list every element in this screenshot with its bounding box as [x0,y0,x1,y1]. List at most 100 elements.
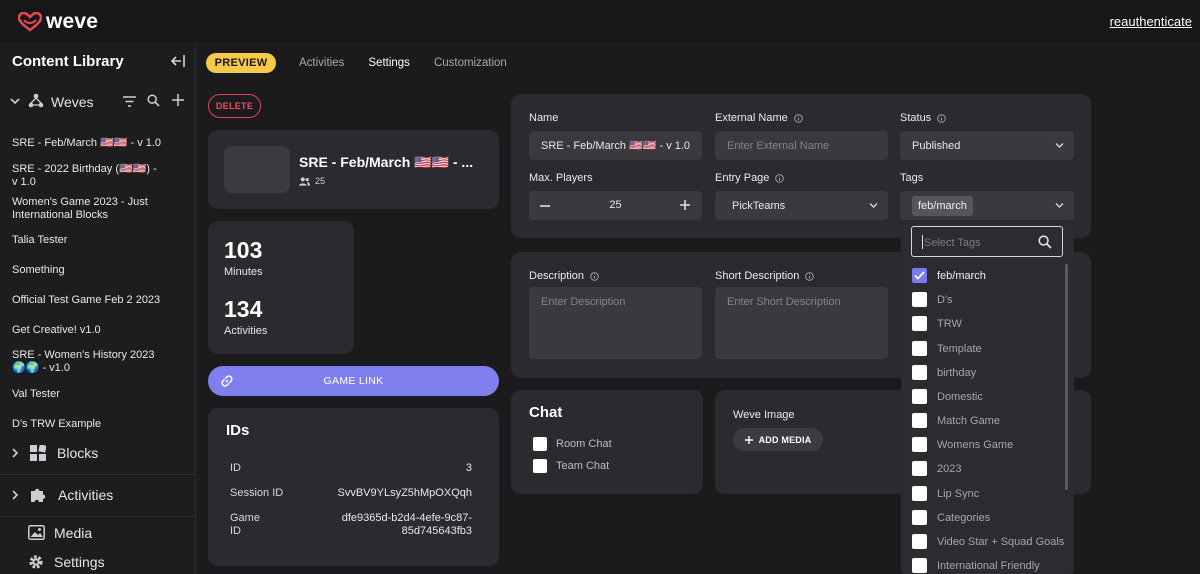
sidebar-section-settings[interactable]: Settings [0,548,196,574]
tag-search-input[interactable]: Select Tags [911,226,1063,257]
game-link-button[interactable]: GAME LINK [208,366,499,396]
tag-checkbox[interactable] [912,534,927,549]
chevron-right-icon[interactable] [11,448,19,458]
tag-option[interactable]: feb/march [912,268,986,283]
add-media-button[interactable]: ADD MEDIA [733,428,823,451]
brand-name: weve [46,10,99,33]
tag-option-label: Domestic [937,390,983,403]
tag-checkbox[interactable] [912,365,927,380]
tag-option-label: Lip Sync [937,487,980,500]
sidebar-item-weve[interactable]: Something [12,264,162,277]
tag-checkbox-checked[interactable] [912,268,927,283]
max-players-stepper[interactable]: 25 [529,191,702,220]
tag-option[interactable]: Womens Game [912,437,1013,452]
info-icon[interactable] [805,271,815,281]
sidebar-item-weve[interactable]: Women's Game 2023 - Just International B… [12,196,162,221]
tag-option[interactable]: Video Star + Squad Goals [912,534,1064,549]
tab-settings[interactable]: Settings [368,57,410,69]
tag-checkbox[interactable] [912,413,927,428]
reauthenticate-link[interactable]: reauthenticate [1110,14,1192,29]
search-icon[interactable] [147,94,160,107]
activities-label: Activities [224,325,268,337]
description-textarea[interactable]: Enter Description [529,287,702,359]
game-id-label: Game ID [230,512,260,537]
short-description-textarea[interactable]: Enter Short Description [715,287,888,359]
tag-option[interactable]: International Friendly [912,558,1040,573]
entry-page-label-text: Entry Page [715,172,770,184]
tags-select[interactable]: feb/march [900,191,1074,220]
tag-option[interactable]: D's [912,292,953,307]
tab-activities[interactable]: Activities [299,57,344,69]
team-chat-checkbox[interactable] [533,459,547,473]
external-name-input[interactable]: Enter External Name [715,131,888,160]
sidebar-item-weve[interactable]: Val Tester [12,388,162,401]
increment-button[interactable] [680,200,690,210]
sidebar-section-blocks[interactable]: Blocks [0,433,196,473]
room-chat-option[interactable]: Room Chat [533,437,612,451]
tag-option[interactable]: Template [912,341,982,356]
team-chat-option[interactable]: Team Chat [533,459,609,473]
tag-option[interactable]: Lip Sync [912,486,979,501]
puzzle-icon [31,488,46,502]
tag-option[interactable]: 2023 [912,461,961,476]
tab-customization[interactable]: Customization [434,57,507,69]
entry-page-value: PickTeams [732,199,786,212]
entry-page-select[interactable]: PickTeams [715,191,888,220]
name-input[interactable]: SRE - Feb/March 🇺🇸🇺🇸 - v 1.0 [529,131,702,160]
external-name-label: External Name [715,112,803,124]
chevron-down-icon[interactable] [10,97,20,105]
sidebar-item-weve[interactable]: Official Test Game Feb 2 2023 [12,294,162,307]
stats-card: 103 Minutes 134 Activities [208,221,354,354]
tag-checkbox[interactable] [912,389,927,404]
sidebar-item-weve[interactable]: Talia Tester [12,234,162,247]
tag-option[interactable]: Domestic [912,389,983,404]
tag-checkbox[interactable] [912,292,927,307]
sidebar-item-weve[interactable]: SRE - 2022 Birthday (🇺🇸🇺🇸) - v 1.0 [12,163,162,188]
tag-option[interactable]: birthday [912,365,976,380]
tab-preview[interactable]: PREVIEW [206,53,276,73]
delete-button[interactable]: DELETE [208,94,261,118]
chat-title: Chat [529,404,563,421]
room-chat-checkbox[interactable] [533,437,547,451]
status-select-value: Published [912,139,961,152]
search-icon[interactable] [1038,235,1052,249]
tab-bar: PREVIEW Activities Settings Customizatio… [206,53,507,73]
brand-logo[interactable]: weve [18,10,98,34]
status-label: Status [900,112,946,124]
tag-checkbox[interactable] [912,316,927,331]
players-icon [299,176,310,186]
info-icon[interactable] [937,113,946,123]
tag-checkbox[interactable] [912,510,927,525]
sidebar-section-activities[interactable]: Activities [0,474,196,514]
tag-checkbox[interactable] [912,461,927,476]
tag-checkbox[interactable] [912,341,927,356]
game-thumbnail [224,146,290,193]
tag-option[interactable]: Match Game [912,413,1000,428]
tag-chip[interactable]: feb/march [912,195,973,216]
tag-checkbox[interactable] [912,558,927,573]
sidebar-item-weve[interactable]: SRE - Feb/March 🇺🇸🇺🇸 - v 1.0 [12,137,162,150]
tag-checkbox[interactable] [912,437,927,452]
status-label-text: Status [900,112,932,124]
tag-option[interactable]: Categories [912,510,990,525]
heart-logo-icon [18,12,42,32]
sidebar-section-media[interactable]: Media [0,516,196,548]
sidebar-item-weve[interactable]: SRE - Women's History 2023 🌍🌍 - v1.0 [12,349,162,374]
dropdown-scrollbar[interactable] [1065,264,1068,490]
status-select[interactable]: Published [900,131,1074,160]
collapse-sidebar-icon[interactable] [170,54,186,68]
tag-option[interactable]: TRW [912,316,962,331]
max-players-value: 25 [609,199,622,211]
tag-checkbox[interactable] [912,486,927,501]
info-icon[interactable] [775,173,785,183]
tag-option-label: Template [937,342,982,355]
filter-icon[interactable] [123,96,136,107]
add-weve-icon[interactable] [172,94,184,106]
sidebar-item-weve[interactable]: Get Creative! v1.0 [12,324,162,337]
info-icon[interactable] [590,271,599,281]
weves-section-header[interactable]: Weves [0,88,196,115]
sidebar-item-weve[interactable]: D's TRW Example [12,418,162,431]
chevron-right-icon[interactable] [11,489,19,500]
description-label-text: Description [529,270,585,282]
info-icon[interactable] [794,113,803,123]
